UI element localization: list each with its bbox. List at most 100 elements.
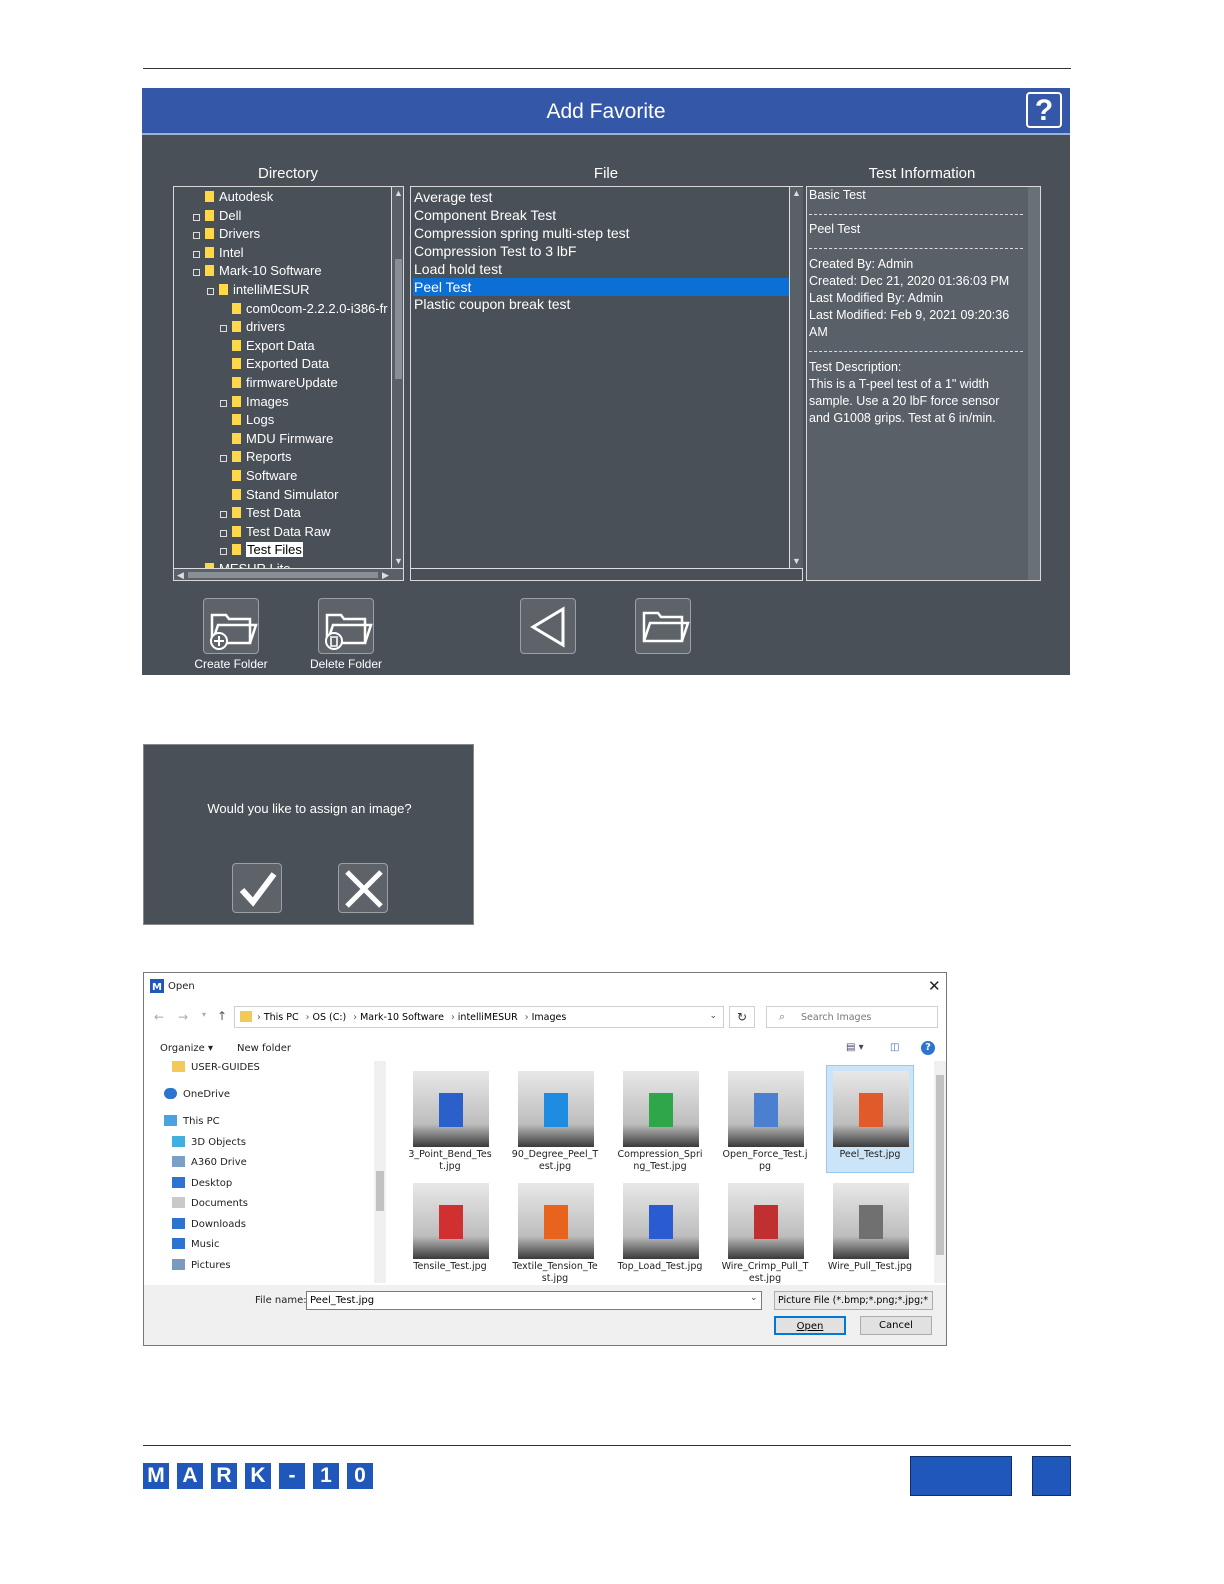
breadcrumb-item[interactable]: Mark-10 Software [360, 1012, 444, 1023]
file-list-item[interactable]: Load hold test [413, 260, 792, 278]
scroll-up-icon[interactable]: ▲ [392, 189, 403, 198]
cancel-button[interactable] [338, 863, 388, 913]
directory-item[interactable]: intelliMESUR [219, 281, 310, 299]
directory-vscrollbar[interactable]: ▲ ▼ [391, 187, 403, 568]
organize-menu[interactable]: Organize ▾ [160, 1043, 213, 1054]
directory-item[interactable]: Intel [205, 244, 244, 262]
address-bar[interactable]: › This PC › OS (C:) › Mark-10 Software ›… [234, 1006, 724, 1028]
file-list-item[interactable]: Average test [413, 188, 792, 206]
nav-scrollbar[interactable] [374, 1061, 386, 1283]
scroll-down-icon[interactable]: ▼ [392, 557, 403, 566]
help-button[interactable]: ? [1026, 92, 1062, 128]
files-scrollbar[interactable] [934, 1061, 946, 1283]
cancel-button[interactable]: Cancel [860, 1316, 932, 1335]
directory-item[interactable]: MDU Firmware [232, 430, 333, 448]
nav-item[interactable]: OneDrive [164, 1088, 230, 1100]
info-vscrollbar[interactable] [1028, 187, 1040, 580]
nav-item[interactable]: 3D Objects [172, 1136, 246, 1148]
directory-tree[interactable]: Autodesk Dell Drivers Intel Mark-10 Software… [173, 186, 404, 581]
directory-hscrollbar[interactable]: ◀ ▶ [174, 568, 403, 580]
directory-item[interactable]: Mark-10 Software [205, 262, 322, 280]
directory-item[interactable]: Stand Simulator [232, 486, 339, 504]
directory-item[interactable]: Test Data Raw [232, 523, 331, 541]
expand-toggle-icon[interactable] [220, 511, 227, 519]
breadcrumb-item[interactable]: intelliMESUR [458, 1012, 518, 1023]
back-arrow-icon[interactable]: ← [154, 1010, 164, 1024]
back-button[interactable] [520, 598, 576, 654]
expand-toggle-icon[interactable] [220, 548, 227, 556]
directory-item[interactable]: Drivers [205, 225, 260, 243]
expand-toggle-icon[interactable] [193, 250, 200, 258]
nav-item[interactable]: USER-GUIDES [172, 1061, 260, 1073]
file-list-item[interactable]: Compression spring multi-step test [413, 224, 792, 242]
hscroll-thumb[interactable] [188, 572, 378, 578]
delete-folder-button[interactable] [318, 598, 374, 654]
breadcrumb-item[interactable]: Images [532, 1012, 567, 1023]
file-list-item[interactable]: Peel Test [413, 277, 792, 296]
open-button[interactable]: Open [774, 1316, 846, 1335]
breadcrumb-item[interactable]: OS (C:) [312, 1012, 346, 1023]
directory-item[interactable]: Images [232, 393, 289, 411]
file-name-input[interactable]: Peel_Test.jpg [306, 1291, 762, 1310]
file-list-item[interactable]: Component Break Test [413, 206, 792, 224]
file-list-item[interactable]: Compression Test to 3 lbF [413, 242, 792, 260]
breadcrumb-item[interactable]: This PC [264, 1012, 299, 1023]
scroll-up-icon[interactable]: ▲ [790, 189, 803, 198]
directory-item[interactable]: Logs [232, 411, 274, 429]
expand-toggle-icon[interactable] [193, 232, 200, 240]
nav-item[interactable]: Pictures [172, 1259, 231, 1271]
close-icon[interactable]: ✕ [928, 977, 941, 995]
expand-toggle-icon[interactable] [220, 455, 227, 463]
expand-toggle-icon[interactable] [220, 529, 227, 537]
scroll-thumb[interactable] [395, 259, 402, 379]
scroll-thumb[interactable] [376, 1171, 384, 1211]
directory-item[interactable]: com0com-2.2.2.0-i386-fr [232, 300, 388, 318]
file-list-item[interactable]: Plastic coupon break test [413, 295, 792, 313]
preview-pane-icon[interactable]: ◫ [890, 1042, 899, 1053]
directory-item[interactable]: Exported Data [232, 355, 329, 373]
recent-dropdown-icon[interactable]: ▾ [202, 1010, 206, 1019]
scroll-left-icon[interactable]: ◀ [176, 571, 185, 580]
navigation-pane[interactable]: USER-GUIDES OneDrive This PC 3D Objects A360… [152, 1061, 388, 1283]
refresh-button[interactable]: ↻ [729, 1006, 755, 1028]
chevron-down-icon[interactable]: ⌄ [709, 1011, 717, 1021]
expand-toggle-icon[interactable] [220, 399, 227, 407]
nav-item[interactable]: This PC [164, 1115, 220, 1127]
file-list[interactable]: Average test Component Break Test Compress… [410, 186, 803, 581]
nav-item[interactable]: A360 Drive [172, 1156, 247, 1168]
file-vscrollbar[interactable]: ▲ ▼ [789, 187, 803, 568]
directory-item[interactable]: Autodesk [205, 188, 273, 206]
scroll-down-icon[interactable]: ▼ [790, 557, 803, 566]
expand-toggle-icon[interactable] [207, 288, 214, 295]
nav-item[interactable]: Downloads [172, 1218, 246, 1230]
directory-item[interactable]: Test Files [232, 541, 303, 559]
search-input[interactable]: ⌕ Search Images [766, 1006, 938, 1028]
file-type-select[interactable]: Picture File (*.bmp;*.png;*.jpg;* [774, 1291, 933, 1310]
expand-toggle-icon[interactable] [220, 325, 227, 333]
chevron-down-icon[interactable]: ⌄ [750, 1293, 758, 1303]
nav-item[interactable]: Desktop [172, 1177, 232, 1189]
file-hscrollbar[interactable] [411, 568, 802, 581]
directory-item[interactable]: Export Data [232, 337, 315, 355]
open-folder-button[interactable] [635, 598, 691, 654]
expand-toggle-icon[interactable] [193, 269, 200, 277]
directory-item[interactable]: firmwareUpdate [232, 374, 338, 392]
view-options-icon[interactable]: ▤ ▾ [846, 1042, 864, 1053]
nav-item[interactable]: Documents [172, 1197, 248, 1209]
up-arrow-icon[interactable]: ↑ [217, 1009, 227, 1023]
scroll-right-icon[interactable]: ▶ [381, 571, 390, 580]
directory-item[interactable]: drivers [232, 318, 285, 336]
new-folder-button[interactable]: New folder [237, 1043, 291, 1054]
file-thumbnails[interactable]: 3_Point_Bend_Test.jpg 90_Degree_Peel_Test… [400, 1061, 935, 1283]
forward-arrow-icon[interactable]: → [178, 1010, 188, 1024]
expand-toggle-icon[interactable] [193, 213, 200, 221]
confirm-button[interactable] [232, 863, 282, 913]
directory-item[interactable]: Dell [205, 207, 241, 225]
directory-item[interactable]: Software [232, 467, 297, 485]
nav-item[interactable]: Music [172, 1238, 219, 1250]
scroll-thumb[interactable] [936, 1075, 944, 1255]
directory-item[interactable]: Test Data [232, 504, 301, 522]
help-icon[interactable]: ? [921, 1041, 935, 1055]
create-folder-button[interactable] [203, 598, 259, 654]
directory-item[interactable]: Reports [232, 448, 292, 466]
